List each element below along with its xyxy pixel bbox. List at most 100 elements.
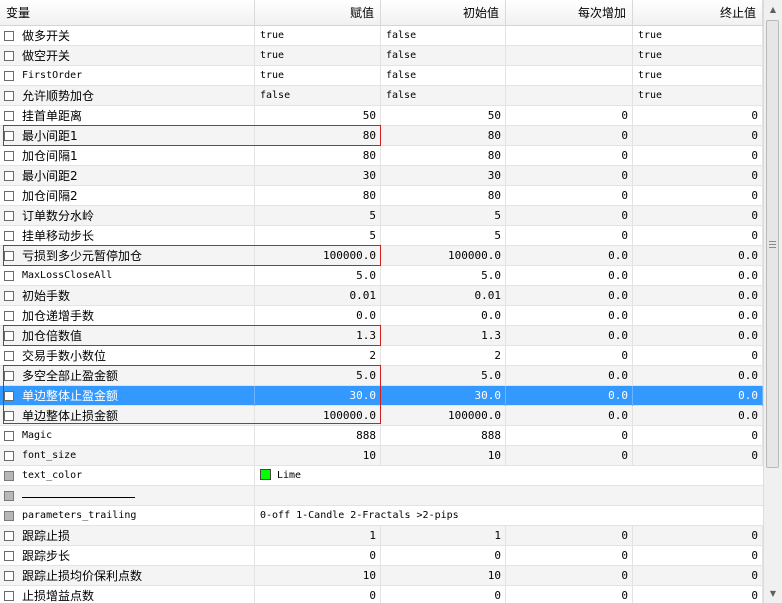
value-cell[interactable]: 80: [255, 126, 381, 146]
stop-cell[interactable]: true: [633, 66, 763, 86]
table-row[interactable]: 亏损到多少元暂停加仓 100000.0 100000.0 0.0 0.0: [0, 246, 763, 266]
step-cell[interactable]: 0.0: [506, 246, 633, 266]
table-row[interactable]: 初始手数 0.01 0.01 0.0 0.0: [0, 286, 763, 306]
step-cell[interactable]: 0: [506, 566, 633, 586]
table-row[interactable]: Magic 888 888 0 0: [0, 426, 763, 446]
stop-cell[interactable]: 0: [633, 126, 763, 146]
stop-cell[interactable]: 0.0: [633, 406, 763, 426]
start-cell[interactable]: 100000.0: [381, 246, 506, 266]
optimize-checkbox[interactable]: [4, 171, 14, 181]
table-row[interactable]: parameters_trailing 0-off 1-Candle 2-Frac…: [0, 506, 763, 526]
stop-cell[interactable]: true: [633, 46, 763, 66]
table-row[interactable]: 跟踪止损均价保利点数 10 10 0 0: [0, 566, 763, 586]
optimize-checkbox[interactable]: [4, 91, 14, 101]
value-cell[interactable]: 80: [255, 186, 381, 206]
step-cell[interactable]: 0.0: [506, 326, 633, 346]
start-cell[interactable]: false: [381, 46, 506, 66]
value-cell[interactable]: 100000.0: [255, 406, 381, 426]
table-row[interactable]: 加仓倍数值 1.3 1.3 0.0 0.0: [0, 326, 763, 346]
optimize-checkbox[interactable]: [4, 391, 14, 401]
table-row[interactable]: 挂单移动步长 5 5 0 0: [0, 226, 763, 246]
value-cell[interactable]: 0.0: [255, 306, 381, 326]
value-cell[interactable]: 30.0: [255, 386, 381, 406]
stop-cell[interactable]: 0: [633, 346, 763, 366]
start-cell[interactable]: 0.0: [381, 306, 506, 326]
optimize-checkbox[interactable]: [4, 211, 14, 221]
optimize-checkbox[interactable]: [4, 71, 14, 81]
stop-cell[interactable]: 0.0: [633, 386, 763, 406]
optimize-checkbox[interactable]: [4, 131, 14, 141]
step-cell[interactable]: 0: [506, 166, 633, 186]
value-cell[interactable]: 0: [255, 546, 381, 566]
optimize-checkbox[interactable]: [4, 451, 14, 461]
stop-cell[interactable]: true: [633, 26, 763, 46]
stop-cell[interactable]: 0: [633, 566, 763, 586]
table-row[interactable]: 允许顺势加仓 false false true: [0, 86, 763, 106]
color-value-cell[interactable]: Lime: [255, 466, 763, 486]
vertical-scrollbar[interactable]: ▲ ▼: [763, 0, 782, 603]
stop-cell[interactable]: 0.0: [633, 306, 763, 326]
step-cell[interactable]: 0.0: [506, 386, 633, 406]
value-cell[interactable]: 100000.0: [255, 246, 381, 266]
step-cell[interactable]: 0: [506, 186, 633, 206]
stop-cell[interactable]: 0: [633, 586, 763, 603]
value-cell[interactable]: 0: [255, 586, 381, 603]
table-row[interactable]: 加仓间隔1 80 80 0 0: [0, 146, 763, 166]
step-cell[interactable]: 0: [506, 526, 633, 546]
table-row[interactable]: font_size 10 10 0 0: [0, 446, 763, 466]
optimize-checkbox[interactable]: [4, 251, 14, 261]
value-cell[interactable]: true: [255, 26, 381, 46]
stop-cell[interactable]: 0: [633, 226, 763, 246]
table-row[interactable]: text_color Lime: [0, 466, 763, 486]
step-cell[interactable]: [506, 26, 633, 46]
optimize-checkbox[interactable]: [4, 111, 14, 121]
start-cell[interactable]: 80: [381, 146, 506, 166]
header-variable[interactable]: 变量: [0, 0, 255, 26]
optimize-checkbox[interactable]: [4, 231, 14, 241]
start-cell[interactable]: 30: [381, 166, 506, 186]
stop-cell[interactable]: 0: [633, 166, 763, 186]
start-cell[interactable]: 100000.0: [381, 406, 506, 426]
value-cell[interactable]: 1: [255, 526, 381, 546]
optimize-checkbox[interactable]: [4, 291, 14, 301]
stop-cell[interactable]: 0.0: [633, 266, 763, 286]
value-cell[interactable]: 2: [255, 346, 381, 366]
table-row[interactable]: 挂首单距离 50 50 0 0: [0, 106, 763, 126]
table-row[interactable]: 跟踪止损 1 1 0 0: [0, 526, 763, 546]
arrow-down-icon[interactable]: ▼: [765, 585, 781, 602]
optimize-checkbox[interactable]: [4, 371, 14, 381]
start-cell[interactable]: 5: [381, 206, 506, 226]
value-cell[interactable]: 5.0: [255, 366, 381, 386]
optimize-checkbox[interactable]: [4, 31, 14, 41]
value-cell[interactable]: false: [255, 86, 381, 106]
start-cell[interactable]: false: [381, 66, 506, 86]
table-row[interactable]: 最小间距2 30 30 0 0: [0, 166, 763, 186]
value-cell[interactable]: 5: [255, 226, 381, 246]
stop-cell[interactable]: true: [633, 86, 763, 106]
value-cell[interactable]: 50: [255, 106, 381, 126]
start-cell[interactable]: 80: [381, 126, 506, 146]
start-cell[interactable]: 5.0: [381, 366, 506, 386]
stop-cell[interactable]: 0: [633, 426, 763, 446]
optimize-checkbox[interactable]: [4, 551, 14, 561]
header-start[interactable]: 初始值: [381, 0, 506, 26]
table-row[interactable]: 订单数分水岭 5 5 0 0: [0, 206, 763, 226]
table-row[interactable]: FirstOrder true false true: [0, 66, 763, 86]
stop-cell[interactable]: 0.0: [633, 326, 763, 346]
step-cell[interactable]: 0.0: [506, 286, 633, 306]
start-cell[interactable]: 10: [381, 446, 506, 466]
table-row[interactable]: MaxLossCloseAll 5.0 5.0 0.0 0.0: [0, 266, 763, 286]
value-cell[interactable]: 80: [255, 146, 381, 166]
header-value[interactable]: 赋值: [255, 0, 381, 26]
optimize-checkbox[interactable]: [4, 311, 14, 321]
table-row[interactable]: 交易手数小数位 2 2 0 0: [0, 346, 763, 366]
optimize-checkbox[interactable]: [4, 571, 14, 581]
start-cell[interactable]: 30.0: [381, 386, 506, 406]
step-cell[interactable]: 0.0: [506, 266, 633, 286]
start-cell[interactable]: 50: [381, 106, 506, 126]
step-cell[interactable]: 0.0: [506, 406, 633, 426]
step-cell[interactable]: 0.0: [506, 306, 633, 326]
value-cell[interactable]: 0.01: [255, 286, 381, 306]
step-cell[interactable]: 0: [506, 146, 633, 166]
optimize-checkbox[interactable]: [4, 51, 14, 61]
